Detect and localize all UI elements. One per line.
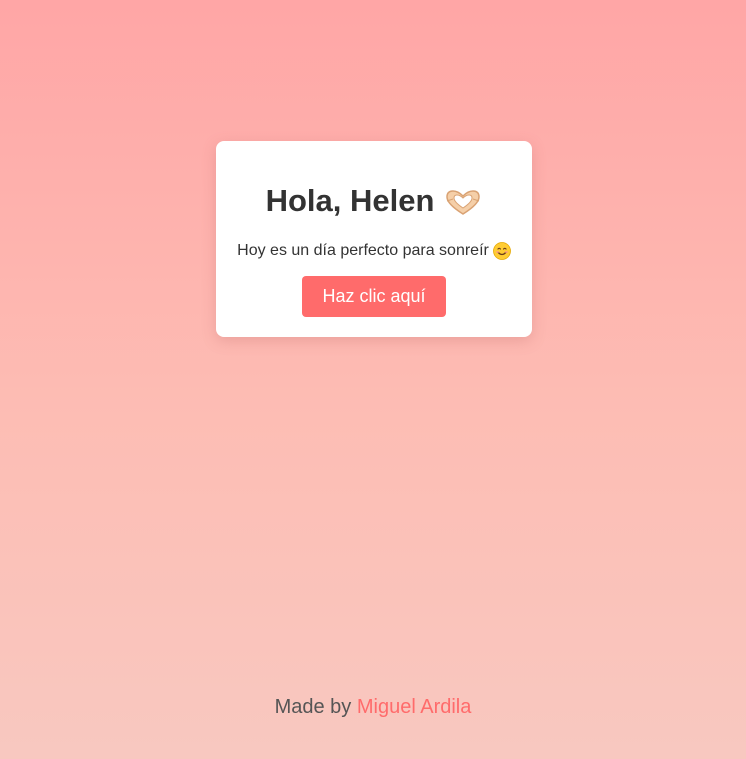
smiling-face-icon bbox=[492, 242, 511, 260]
greeting-card: Hola, Helen Hoy es un día perfecto para … bbox=[216, 141, 532, 337]
greeting-title: Hola, Helen bbox=[216, 183, 532, 219]
footer-prefix: Made by bbox=[274, 696, 352, 718]
footer-credit: Made by Miguel Ardila bbox=[0, 695, 746, 719]
greeting-text: Hola, Helen bbox=[265, 183, 435, 218]
message-text: Hoy es un día perfecto para sonreír bbox=[237, 242, 489, 259]
greeting-message: Hoy es un día perfecto para sonreír bbox=[216, 241, 532, 261]
click-here-button[interactable]: Haz clic aquí bbox=[302, 276, 446, 317]
author-link[interactable]: Miguel Ardila bbox=[357, 696, 472, 718]
heart-hands-icon bbox=[444, 187, 482, 217]
